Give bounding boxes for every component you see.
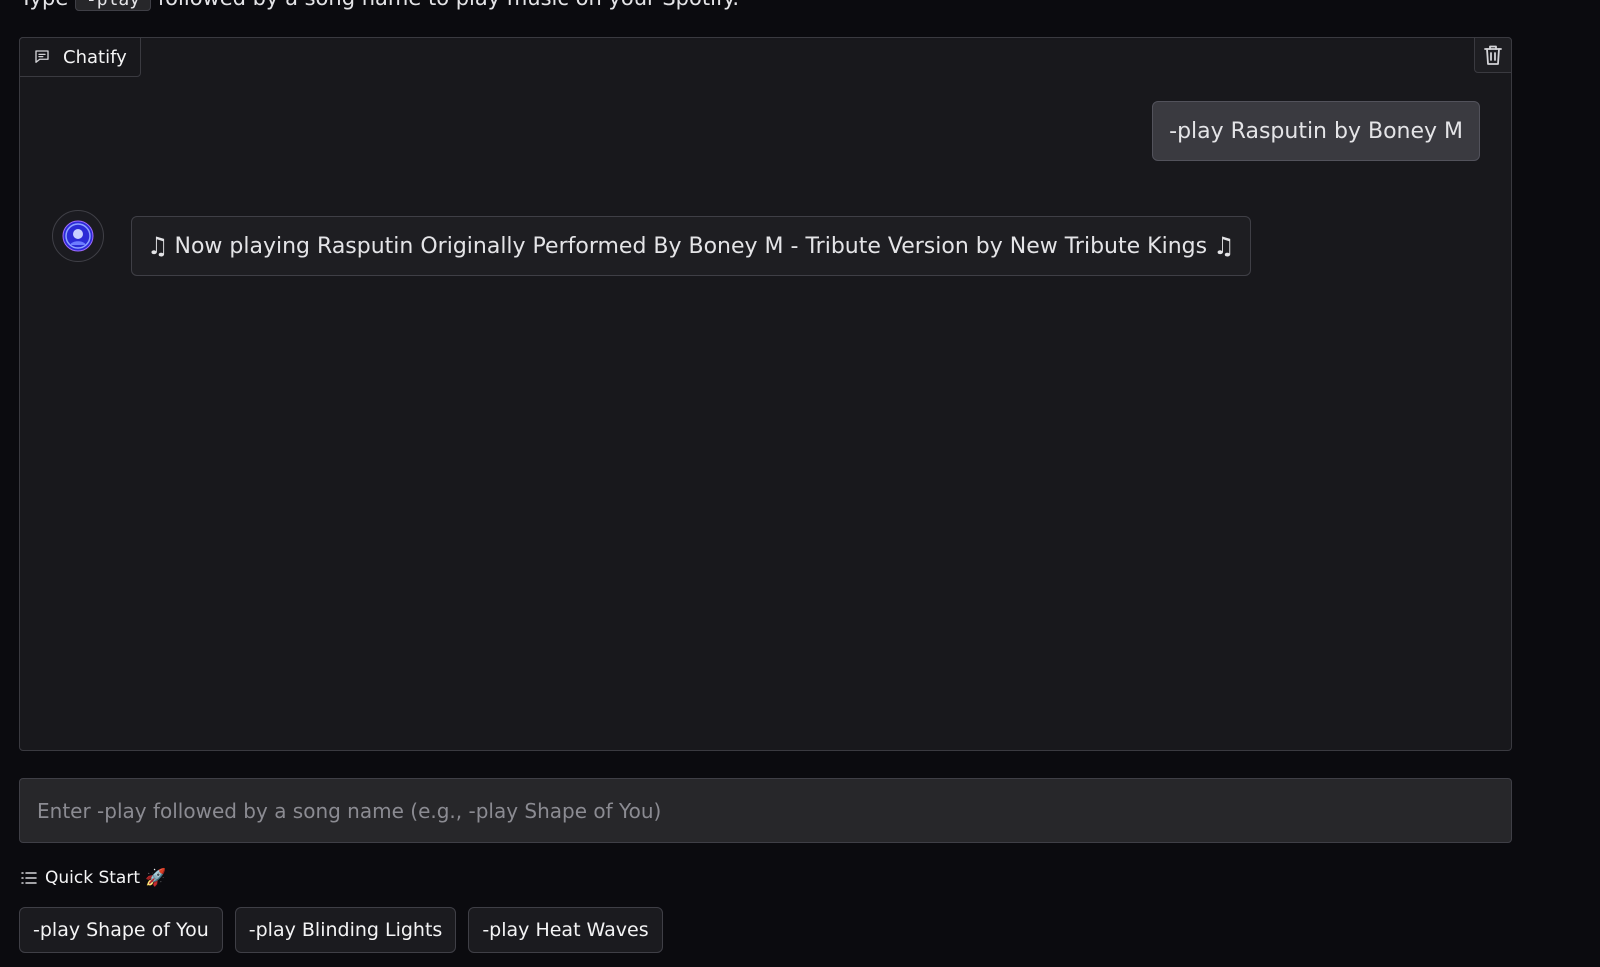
instructions-code: -play: [74, 0, 152, 11]
instructions-prefix: Type: [20, 0, 75, 10]
music-note-icon: ♫: [147, 232, 169, 260]
bot-avatar-icon: [62, 220, 94, 252]
quick-start-shape-of-you-button[interactable]: -play Shape of You: [19, 907, 223, 953]
chatbot-label-text: Chatify: [63, 46, 127, 68]
chat-bubble-icon: [33, 48, 51, 66]
user-message-text: -play Rasputin by Boney M: [1169, 118, 1463, 144]
chatbot-panel: Chatify -play Rasputin by Boney M ♫ Now …: [19, 37, 1512, 751]
quick-start-blinding-lights-button[interactable]: -play Blinding Lights: [234, 907, 457, 953]
trash-icon: [1484, 45, 1502, 65]
clear-chat-button[interactable]: [1474, 37, 1512, 73]
quick-start-title: Quick Start 🚀: [45, 868, 167, 888]
quick-start-header: Quick Start 🚀: [21, 868, 167, 888]
instructions-suffix: followed by a song name to play music on…: [151, 0, 739, 10]
user-message: -play Rasputin by Boney M: [1152, 101, 1480, 161]
quick-start-heat-waves-button[interactable]: -play Heat Waves: [468, 907, 663, 953]
instructions: Type -play followed by a song name to pl…: [20, 0, 739, 15]
music-note-icon: ♫: [1213, 232, 1235, 260]
bot-message-text: Now playing Rasputin Originally Performe…: [174, 233, 1208, 259]
message-input-container: [19, 778, 1512, 843]
message-input[interactable]: [20, 779, 1511, 842]
quick-start-buttons: -play Shape of You -play Blinding Lights…: [19, 907, 663, 953]
list-icon: [21, 872, 37, 884]
chatbot-label: Chatify: [19, 37, 141, 77]
app-page: Type -play followed by a song name to pl…: [0, 0, 1600, 967]
bot-avatar: [52, 210, 104, 262]
bot-message: ♫ Now playing Rasputin Originally Perfor…: [131, 216, 1251, 276]
